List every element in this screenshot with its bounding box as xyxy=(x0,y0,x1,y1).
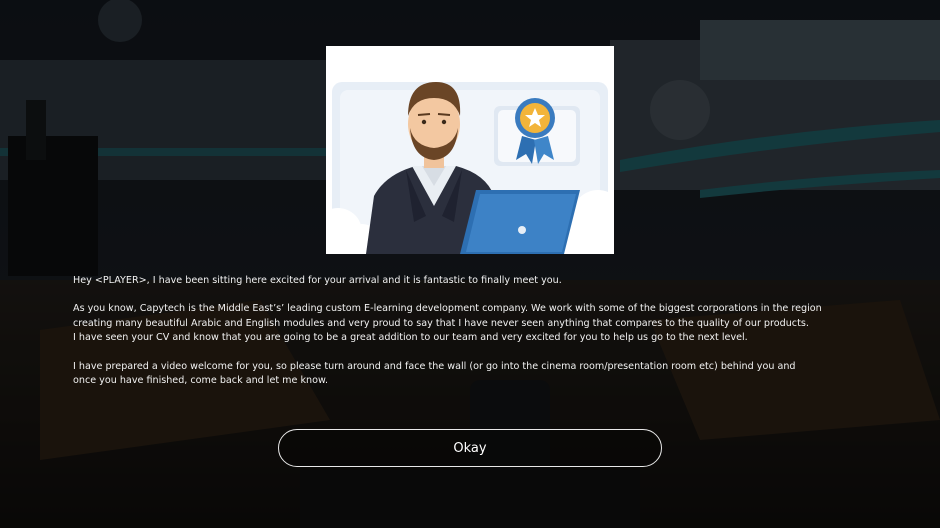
okay-button-label: Okay xyxy=(453,440,487,456)
dialog-paragraph-line: I have prepared a video welcome for you,… xyxy=(73,360,796,372)
presenter-portrait xyxy=(326,46,614,254)
award-ribbon-star-icon xyxy=(494,98,580,166)
okay-button[interactable]: Okay xyxy=(278,429,662,467)
presenter-illustration-icon xyxy=(326,46,614,254)
laptop-icon xyxy=(460,190,580,254)
dialog-paragraph-line: once you have finished, come back and le… xyxy=(73,375,328,387)
game-scene: Hey <PLAYER>, I have been sitting here e… xyxy=(0,0,940,528)
dialog-message: Hey <PLAYER>, I have been sitting here e… xyxy=(73,274,873,388)
dialog-greeting: Hey <PLAYER>, I have been sitting here e… xyxy=(73,275,562,286)
dialog-paragraph-line: I have seen your CV and know that you ar… xyxy=(73,332,748,344)
dialog-paragraph-line: creating many beautiful Arabic and Engli… xyxy=(73,317,809,329)
dialog-paragraph-line: As you know, Capytech is the Middle East… xyxy=(73,303,822,315)
